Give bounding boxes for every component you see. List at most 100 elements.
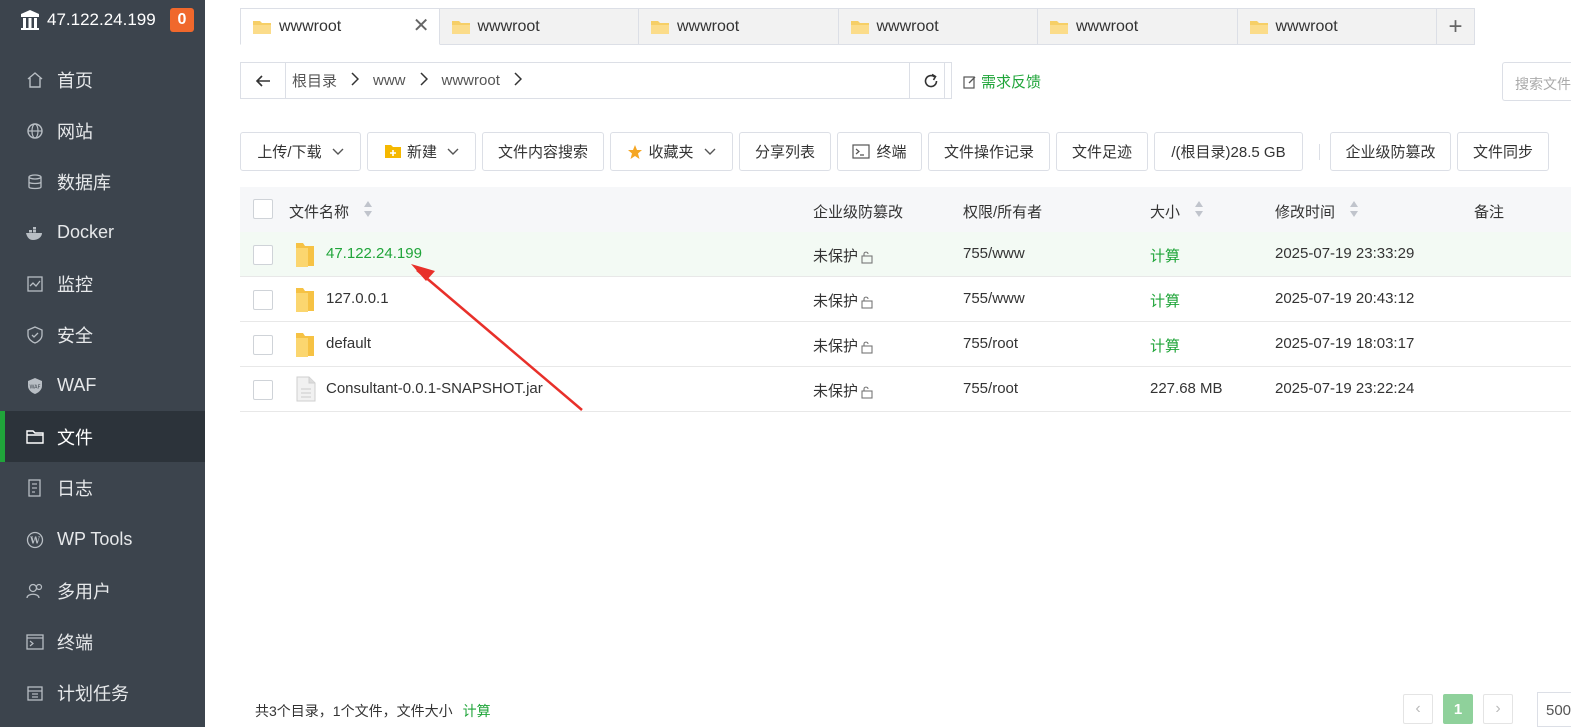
sidebar-item-logs[interactable]: 日志 xyxy=(0,462,205,513)
permission[interactable]: 755/www xyxy=(963,290,1025,307)
size-calc-link[interactable]: 计算 xyxy=(1150,335,1180,356)
share-list-button[interactable]: 分享列表 xyxy=(739,132,831,171)
crumb-wwwroot[interactable]: wwwroot xyxy=(442,72,500,89)
sidebar-item-cron[interactable]: 计划任务 xyxy=(0,667,205,718)
edit-icon xyxy=(963,75,976,89)
size-calc-link[interactable]: 计算 xyxy=(1150,290,1180,311)
search-input[interactable]: 搜索文件 xyxy=(1502,62,1571,101)
modified-time: 2025-07-19 23:22:24 xyxy=(1275,380,1415,397)
total-size-calc-link[interactable]: 计算 xyxy=(463,703,491,719)
share-list-label: 分享列表 xyxy=(754,144,815,161)
feedback-link[interactable]: 需求反馈 xyxy=(963,71,1041,92)
col-mtime[interactable]: 修改时间 xyxy=(1275,201,1335,222)
col-name[interactable]: 文件名称 xyxy=(289,201,349,222)
new-button[interactable]: 新建 xyxy=(367,132,476,171)
favorites-button[interactable]: 收藏夹 xyxy=(610,132,733,171)
sort-icon[interactable] xyxy=(363,200,373,218)
select-all-checkbox[interactable] xyxy=(253,199,273,219)
table-row[interactable]: Consultant-0.0.1-SNAPSHOT.jar 未保护 755/ro… xyxy=(240,367,1571,412)
footer-summary: 共3个目录，1个文件，文件大小 计算 xyxy=(255,701,491,721)
sidebar-item-label: 计划任务 xyxy=(57,683,129,704)
sidebar-item-monitor[interactable]: 监控 xyxy=(0,258,205,309)
tamper-status[interactable]: 未保护 xyxy=(813,245,874,266)
tab-wwwroot[interactable]: wwwroot xyxy=(1237,8,1437,45)
sidebar-item-terminal[interactable]: 终端 xyxy=(0,616,205,667)
tamper-status[interactable]: 未保护 xyxy=(813,290,874,311)
toolbar-divider xyxy=(1319,144,1320,160)
row-checkbox[interactable] xyxy=(253,290,273,310)
database-icon xyxy=(25,172,45,192)
tab-wwwroot[interactable]: wwwroot xyxy=(439,8,639,45)
page-size-select[interactable]: 500 xyxy=(1537,692,1571,727)
tab-wwwroot[interactable]: wwwroot xyxy=(639,8,839,45)
file-name-link[interactable]: 47.122.24.199 xyxy=(326,245,422,262)
table-row[interactable]: default 未保护 755/root 计算 2025-07-19 18:03… xyxy=(240,322,1571,367)
tamper-status[interactable]: 未保护 xyxy=(813,335,874,356)
crumb-www[interactable]: www xyxy=(373,72,406,89)
sidebar-item-waf[interactable]: WAF WAF xyxy=(0,360,205,411)
tab-wwwroot[interactable]: wwwroot ✕ xyxy=(240,8,440,45)
waf-icon: WAF xyxy=(25,376,45,396)
permission[interactable]: 755/www xyxy=(963,245,1025,262)
add-tab-button[interactable]: + xyxy=(1437,8,1475,45)
sort-icon[interactable] xyxy=(1194,200,1204,218)
folder-icon xyxy=(651,21,669,34)
sort-icon[interactable] xyxy=(1349,200,1359,218)
sidebar-item-docker[interactable]: Docker xyxy=(0,207,205,258)
sidebar-item-database[interactable]: 数据库 xyxy=(0,156,205,207)
file-name-link[interactable]: 127.0.0.1 xyxy=(326,290,389,307)
col-perm: 权限/所有者 xyxy=(963,204,1043,221)
close-icon[interactable]: ✕ xyxy=(413,16,430,36)
favorites-label: 收藏夹 xyxy=(648,144,694,161)
table-row[interactable]: 47.122.24.199 未保护 755/www 计算 2025-07-19 … xyxy=(240,232,1571,277)
prev-page-button[interactable]: ‹ xyxy=(1403,694,1433,724)
file-name-link[interactable]: Consultant-0.0.1-SNAPSHOT.jar xyxy=(326,380,543,397)
table-row[interactable]: 127.0.0.1 未保护 755/www 计算 2025-07-19 20:4… xyxy=(240,277,1571,322)
terminal-label: 终端 xyxy=(876,144,907,161)
sidebar-item-websites[interactable]: 网站 xyxy=(0,105,205,156)
current-page[interactable]: 1 xyxy=(1443,694,1473,724)
sidebar-item-label: WP Tools xyxy=(57,529,133,549)
tamper-status[interactable]: 未保护 xyxy=(813,380,874,401)
next-page-button[interactable]: › xyxy=(1483,694,1513,724)
upload-download-button[interactable]: 上传/下载 xyxy=(240,132,361,171)
row-checkbox[interactable] xyxy=(253,380,273,400)
op-log-button[interactable]: 文件操作记录 xyxy=(928,132,1050,171)
refresh-button[interactable] xyxy=(909,62,952,99)
sidebar-item-home[interactable]: 首页 xyxy=(0,54,205,105)
docker-icon xyxy=(25,223,45,243)
terminal-button[interactable]: 终端 xyxy=(837,132,922,171)
disk-usage-button[interactable]: /(根目录)28.5 GB xyxy=(1154,132,1303,171)
sidebar-item-files[interactable]: 文件 xyxy=(0,411,205,462)
row-checkbox[interactable] xyxy=(253,245,273,265)
sidebar-item-multi-user[interactable]: 多用户 xyxy=(0,565,205,616)
sidebar-item-wp-tools[interactable]: W WP Tools xyxy=(0,514,205,565)
sidebar: 47.122.24.199 0 首页 网站 数据库 Docker 监控 安全 W… xyxy=(0,0,205,727)
file-name-link[interactable]: default xyxy=(326,335,371,352)
users-icon xyxy=(25,581,45,601)
size-calc-link[interactable]: 计算 xyxy=(1150,245,1180,266)
folder-icon xyxy=(25,427,45,447)
permission[interactable]: 755/root xyxy=(963,380,1018,397)
chevron-down-icon xyxy=(332,148,344,155)
content-search-button[interactable]: 文件内容搜索 xyxy=(482,132,604,171)
tab-wwwroot[interactable]: wwwroot xyxy=(1038,8,1238,45)
crumb-root[interactable]: 根目录 xyxy=(292,70,337,91)
refresh-icon xyxy=(924,73,937,87)
file-sync-button[interactable]: 文件同步 xyxy=(1457,132,1549,171)
col-size[interactable]: 大小 xyxy=(1150,201,1180,222)
folder-icon xyxy=(296,333,314,357)
footprint-button[interactable]: 文件足迹 xyxy=(1056,132,1148,171)
globe-icon xyxy=(25,121,45,141)
tab-wwwroot[interactable]: wwwroot xyxy=(838,8,1038,45)
folder-icon xyxy=(296,288,314,312)
tamper-proof-button[interactable]: 企业级防篡改 xyxy=(1330,132,1451,171)
permission[interactable]: 755/root xyxy=(963,335,1018,352)
row-checkbox[interactable] xyxy=(253,335,273,355)
notification-badge[interactable]: 0 xyxy=(170,8,194,32)
tamper-status-text: 未保护 xyxy=(813,248,859,265)
wordpress-icon: W xyxy=(25,530,45,550)
back-button[interactable] xyxy=(241,63,286,98)
sidebar-item-security[interactable]: 安全 xyxy=(0,309,205,360)
feedback-label: 需求反馈 xyxy=(981,74,1042,91)
